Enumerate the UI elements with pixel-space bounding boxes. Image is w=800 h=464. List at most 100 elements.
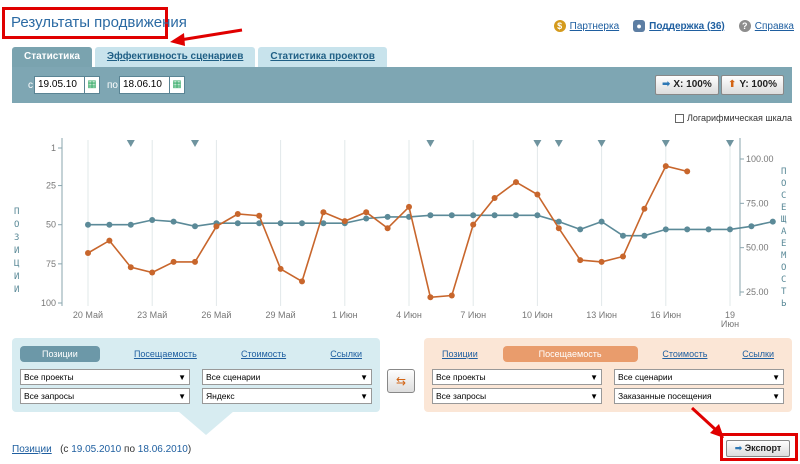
traffic-point[interactable] — [470, 221, 477, 228]
left-scenarios-select[interactable]: Все сценарии ▼ — [202, 369, 372, 385]
positions-point[interactable] — [641, 232, 648, 239]
calendar-icon[interactable]: ▦ — [169, 76, 185, 94]
positions-point[interactable] — [662, 226, 669, 233]
traffic-point[interactable] — [662, 163, 669, 170]
positions-point[interactable] — [705, 226, 712, 233]
traffic-point[interactable] — [213, 223, 220, 230]
right-scenarios-select[interactable]: Все сценарии ▼ — [614, 369, 784, 385]
left-projects-select[interactable]: Все проекты ▼ — [20, 369, 190, 385]
traffic-point[interactable] — [684, 168, 691, 175]
left-tab-traffic[interactable]: Посещаемость — [124, 346, 207, 362]
tab-statistics[interactable]: Статистика — [12, 47, 92, 67]
left-queries-select[interactable]: Все запросы ▼ — [20, 388, 190, 404]
positions-point[interactable] — [470, 212, 477, 219]
calendar-icon[interactable]: ▦ — [84, 76, 100, 94]
right-tab-positions[interactable]: Позиции — [432, 346, 488, 362]
traffic-point[interactable] — [448, 292, 455, 299]
positions-point[interactable] — [299, 220, 305, 227]
tab-project-statistics[interactable]: Статистика проектов — [258, 47, 387, 67]
left-tab-positions[interactable]: Позиции — [20, 346, 100, 362]
positions-point[interactable] — [363, 215, 370, 222]
positions-point[interactable] — [598, 218, 605, 225]
positions-point[interactable] — [170, 218, 177, 225]
right-projects-select[interactable]: Все проекты ▼ — [432, 369, 602, 385]
partner-link[interactable]: $ Партнерка — [553, 20, 619, 32]
zoom-y-button[interactable]: ⬆ Y: 100% — [721, 75, 785, 95]
event-marker[interactable] — [726, 140, 734, 147]
right-tab-cost[interactable]: Стоимость — [652, 346, 717, 362]
traffic-point[interactable] — [320, 209, 327, 216]
support-link[interactable]: ● Поддержка (36) — [633, 20, 725, 32]
right-queries-select[interactable]: Все запросы ▼ — [432, 388, 602, 404]
positions-point[interactable] — [85, 221, 91, 228]
traffic-point[interactable] — [513, 179, 519, 186]
swap-panels-button[interactable]: ⇆ — [387, 369, 415, 393]
positions-point[interactable] — [769, 218, 776, 225]
event-marker[interactable] — [191, 140, 199, 147]
left-tab-links[interactable]: Ссылки — [320, 346, 372, 362]
traffic-point[interactable] — [427, 294, 434, 301]
positions-point[interactable] — [491, 212, 498, 219]
positions-point[interactable] — [427, 212, 434, 219]
positions-point[interactable] — [620, 232, 626, 239]
event-marker[interactable] — [554, 140, 563, 147]
traffic-point[interactable] — [170, 258, 177, 265]
traffic-point[interactable] — [234, 211, 241, 217]
positions-point[interactable] — [149, 217, 156, 223]
right-tick-label: 50.00 — [746, 243, 769, 253]
traffic-point[interactable] — [192, 258, 198, 265]
event-marker[interactable] — [426, 140, 435, 147]
traffic-point[interactable] — [341, 218, 348, 225]
traffic-point[interactable] — [491, 195, 498, 201]
traffic-point[interactable] — [384, 225, 391, 232]
positions-point[interactable] — [234, 220, 241, 227]
help-icon: ? — [738, 20, 751, 32]
traffic-point[interactable] — [620, 253, 626, 260]
traffic-point[interactable] — [85, 250, 91, 256]
traffic-point[interactable] — [149, 269, 156, 276]
event-marker[interactable] — [126, 140, 135, 147]
traffic-point[interactable] — [641, 205, 648, 212]
x-tick-label: Июн — [721, 319, 739, 329]
positions-point[interactable] — [127, 221, 134, 228]
positions-point[interactable] — [277, 220, 284, 227]
swap-arrows-icon: ⇆ — [395, 374, 407, 388]
right-visits-select[interactable]: Заказанные посещения ▼ — [614, 388, 784, 404]
right-tab-traffic[interactable]: Посещаемость — [502, 346, 638, 362]
traffic-point[interactable] — [106, 237, 113, 244]
right-tab-links[interactable]: Ссылки — [732, 346, 784, 362]
traffic-point[interactable] — [299, 278, 305, 285]
traffic-point[interactable] — [534, 191, 541, 198]
positions-point[interactable] — [192, 223, 198, 230]
event-marker[interactable] — [661, 140, 670, 147]
traffic-point[interactable] — [598, 258, 605, 265]
left-tab-cost[interactable]: Стоимость — [231, 346, 296, 362]
positions-point[interactable] — [384, 213, 391, 220]
traffic-point[interactable] — [555, 225, 562, 232]
left-search-engine-select[interactable]: Яндекс ▼ — [202, 388, 372, 404]
help-link[interactable]: ? Справка — [738, 20, 794, 32]
traffic-line — [87, 165, 688, 299]
traffic-point[interactable] — [577, 257, 584, 264]
positions-point[interactable] — [727, 226, 733, 233]
traffic-point[interactable] — [406, 203, 412, 210]
positions-point[interactable] — [534, 212, 541, 219]
tab-scenario-efficiency[interactable]: Эффективность сценариев — [94, 47, 256, 67]
traffic-point[interactable] — [256, 212, 263, 219]
positions-point[interactable] — [513, 212, 519, 219]
event-marker[interactable] — [533, 140, 542, 147]
positions-point[interactable] — [448, 212, 455, 219]
zoom-x-button[interactable]: ➡ X: 100% — [655, 75, 719, 95]
traffic-point[interactable] — [363, 209, 370, 216]
event-marker[interactable] — [597, 140, 606, 147]
positions-point[interactable] — [748, 223, 755, 230]
positions-point[interactable] — [577, 226, 584, 233]
traffic-point[interactable] — [277, 265, 284, 272]
positions-point[interactable] — [684, 226, 691, 233]
positions-point[interactable] — [106, 221, 113, 228]
export-button[interactable]: ➡ Экспорт — [726, 440, 790, 457]
log-scale-checkbox[interactable] — [675, 113, 685, 123]
footer-positions-link[interactable]: Позиции — [12, 444, 52, 455]
traffic-point[interactable] — [127, 264, 134, 271]
log-scale-toggle[interactable]: Логарифмическая шкала — [675, 113, 792, 123]
